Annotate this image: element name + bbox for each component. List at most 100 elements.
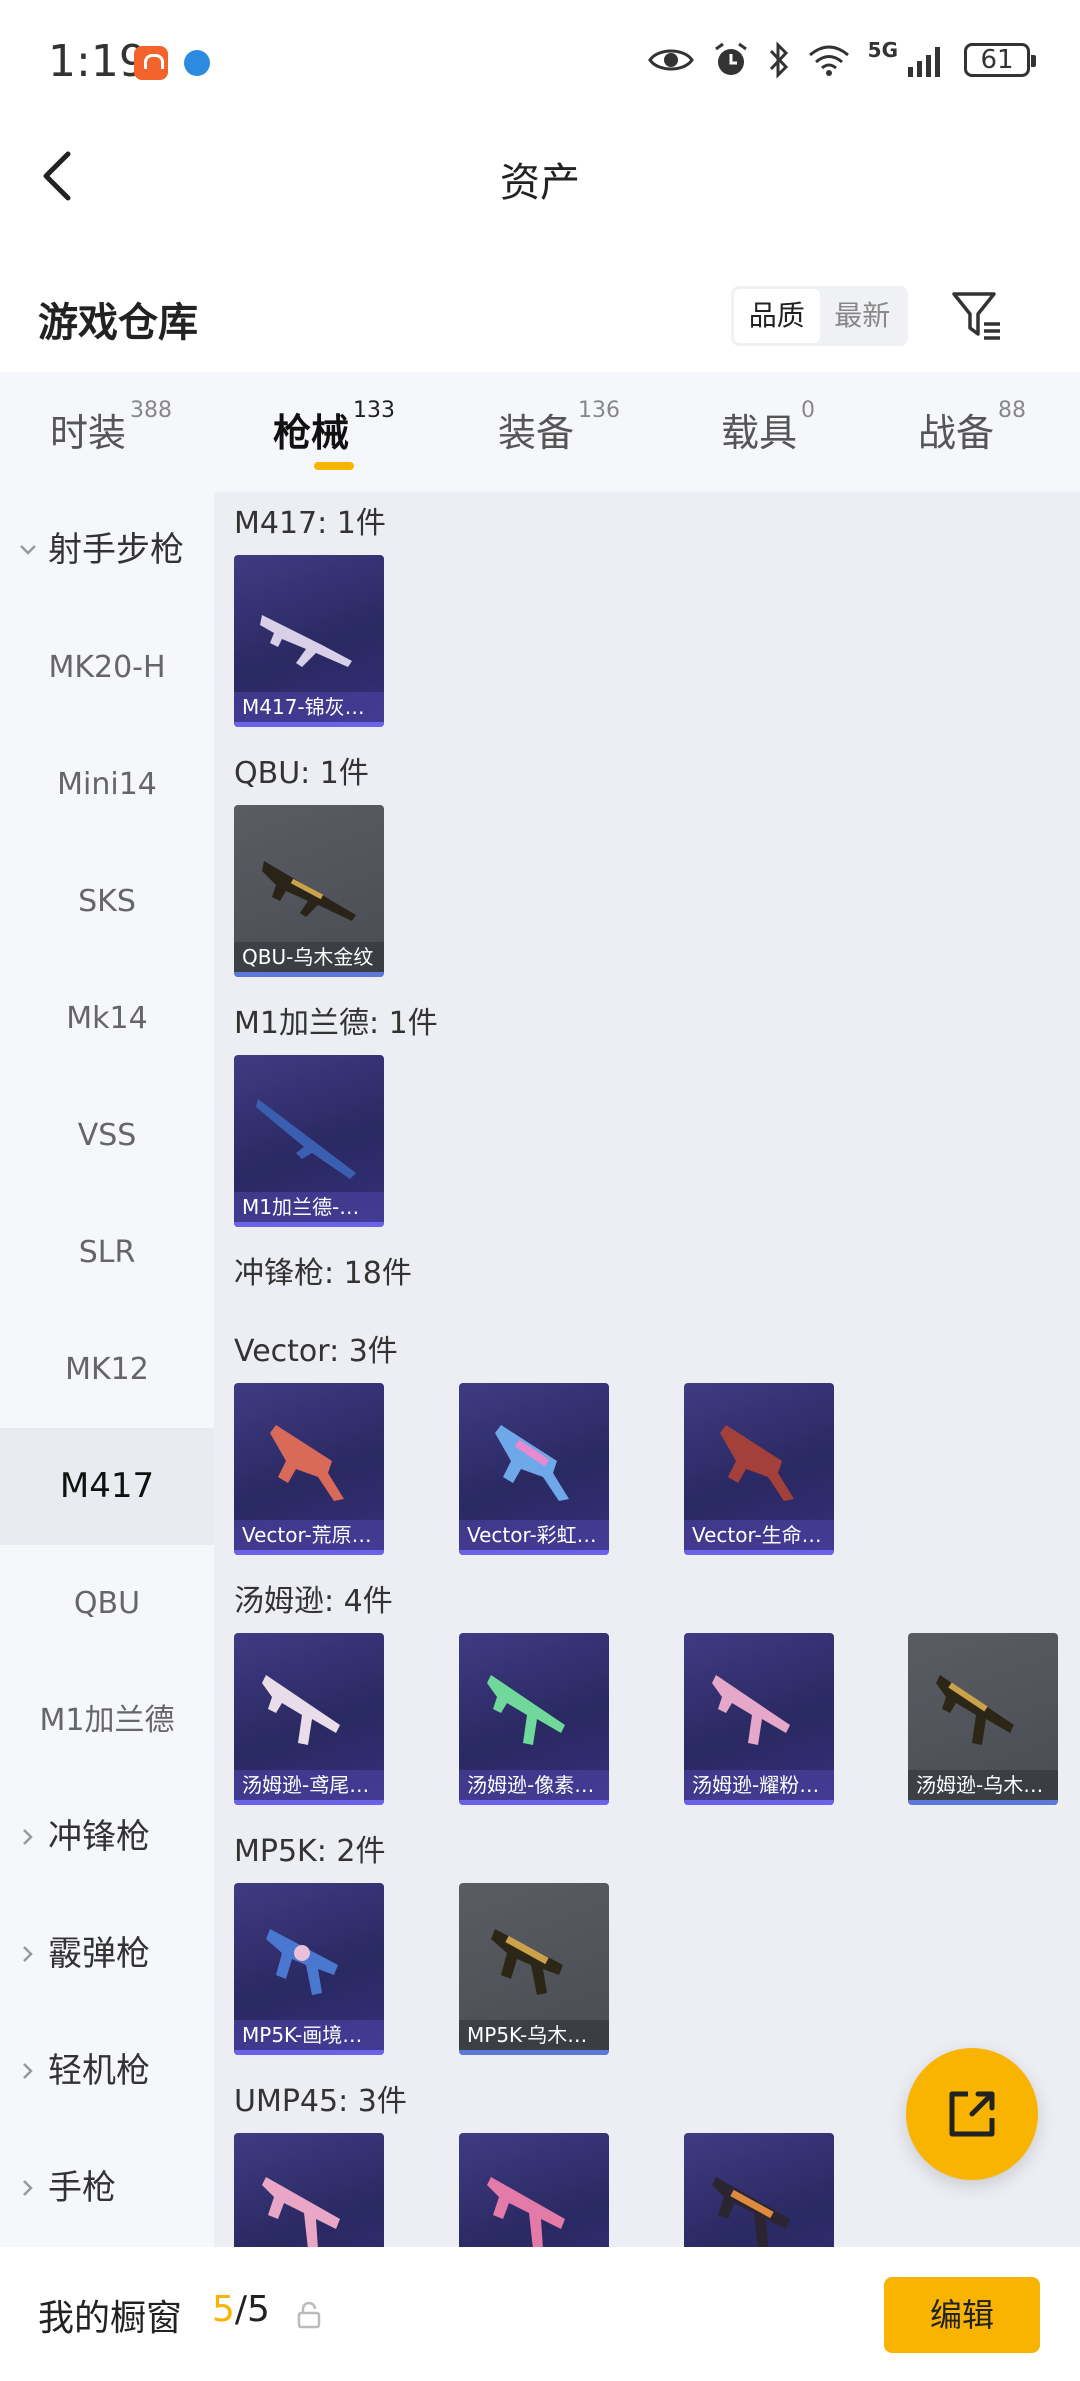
showcase-count-total: /5 <box>234 2289 270 2330</box>
weapon-card[interactable]: MP5K-乌木… <box>459 1883 609 2055</box>
tab-equipment[interactable]: 装备136 <box>498 398 620 457</box>
smg-icon <box>270 1425 344 1501</box>
rarity-strip <box>684 1550 834 1555</box>
smg-icon <box>487 2177 565 2247</box>
smg-icon <box>491 1929 563 1995</box>
smg-icon <box>720 1425 794 1501</box>
smg-icon <box>936 1675 1014 1745</box>
tab-label: 装备 <box>498 411 575 455</box>
sort-quality-option[interactable]: 品质 <box>734 289 820 343</box>
section-label: M417: 1件 <box>234 506 386 541</box>
sidebar-item-qbu[interactable]: QBU <box>0 1545 214 1662</box>
sort-latest-option[interactable]: 最新 <box>820 289 906 343</box>
weapon-card[interactable]: 汤姆逊-像素… <box>459 1633 609 1805</box>
rarity-strip <box>684 1800 834 1805</box>
sidebar-item-mk12[interactable]: MK12 <box>0 1311 214 1428</box>
tab-count: 88 <box>998 398 1027 423</box>
sidebar-item-mk20h[interactable]: MK20-H <box>0 609 214 726</box>
chevron-right-icon <box>23 2063 33 2079</box>
weapon-card[interactable] <box>684 2133 834 2247</box>
sidebar-item-label: 霰弹枪 <box>48 1934 150 1974</box>
chevron-down-icon <box>20 545 36 555</box>
status-bar: 1:19 5G 61 <box>0 0 1080 120</box>
rarity-strip <box>908 1800 1058 1805</box>
sidebar-item-m417[interactable]: M417 <box>0 1428 214 1545</box>
weapon-card[interactable] <box>234 2133 384 2247</box>
showcase-label: 我的橱窗 <box>38 2298 183 2339</box>
active-tab-indicator <box>314 462 354 470</box>
weapon-card[interactable]: 汤姆逊-鸢尾… <box>234 1633 384 1805</box>
weapon-card[interactable]: M417-锦灰… <box>234 555 384 727</box>
bluetooth-icon <box>769 41 788 79</box>
weapon-card[interactable]: M1加兰德-… <box>234 1055 384 1227</box>
weapon-card[interactable]: MP5K-画境… <box>234 1883 384 2055</box>
weapon-card-name: 汤姆逊-乌木… <box>908 1770 1058 1800</box>
sidebar-group-shotgun[interactable]: 霰弹枪 <box>0 1896 214 2013</box>
weapon-card[interactable]: 汤姆逊-乌木… <box>908 1633 1058 1805</box>
weapon-card[interactable]: Vector-彩虹… <box>459 1383 609 1555</box>
rarity-strip <box>234 972 384 977</box>
page-title: 资产 <box>500 160 580 206</box>
smg-icon <box>495 1425 569 1501</box>
tab-count: 388 <box>130 398 173 423</box>
wifi-icon <box>808 45 849 76</box>
tab-supplies[interactable]: 战备88 <box>918 398 1026 457</box>
sort-toggle: 品质 最新 <box>731 286 908 346</box>
share-button[interactable] <box>906 2048 1038 2180</box>
weapon-card-name: Vector-彩虹… <box>459 1520 609 1550</box>
weapon-card[interactable] <box>459 2133 609 2247</box>
signal-icon <box>908 47 940 77</box>
eye-icon <box>647 49 694 71</box>
edit-button[interactable]: 编辑 <box>884 2277 1040 2353</box>
weapon-card[interactable]: Vector-生命… <box>684 1383 834 1555</box>
tab-firearms[interactable]: 枪械133 <box>273 398 395 457</box>
weapon-card-name: QBU-乌木金纹 <box>234 942 384 972</box>
sidebar-item-mini14[interactable]: Mini14 <box>0 726 214 843</box>
rarity-strip <box>459 1550 609 1555</box>
rarity-strip <box>459 2050 609 2055</box>
smg-icon <box>712 1675 790 1745</box>
weapon-list: M417: 1件 M417-锦灰… QBU: 1件 QBU-乌木金纹 M1加兰德… <box>214 492 1080 2247</box>
rifle-icon <box>260 615 352 667</box>
warehouse-header: 游戏仓库 品质 最新 <box>0 262 1080 372</box>
tab-label: 战备 <box>918 411 995 455</box>
section-label: MP5K: 2件 <box>234 1834 386 1869</box>
lock-icon <box>297 2301 321 2329</box>
sidebar-group-smg[interactable]: 冲锋枪 <box>0 1779 214 1896</box>
sidebar-item-vss[interactable]: VSS <box>0 1077 214 1194</box>
rifle-icon <box>262 861 356 921</box>
sidebar-group-lmg[interactable]: 轻机枪 <box>0 2013 214 2130</box>
notification-app-icon <box>134 46 168 80</box>
category-tabs: 时装388 枪械133 装备136 载具0 战备88 <box>0 372 1080 492</box>
weapon-card-name: 汤姆逊-像素… <box>459 1770 609 1800</box>
notification-globe-icon <box>184 50 210 76</box>
weapon-card-name: MP5K-乌木… <box>459 2020 609 2050</box>
sidebar-group-pistol[interactable]: 手枪 <box>0 2130 214 2247</box>
weapon-card-name: 汤姆逊-鸢尾… <box>234 1770 384 1800</box>
section-label: QBU: 1件 <box>234 756 369 791</box>
weapon-card-name: 汤姆逊-耀粉… <box>684 1770 834 1800</box>
weapon-card-name: MP5K-画境… <box>234 2020 384 2050</box>
battery-icon: 61 <box>964 43 1036 77</box>
section-label: Vector: 3件 <box>234 1334 398 1369</box>
tab-count: 133 <box>353 398 396 423</box>
tab-fashion[interactable]: 时装388 <box>50 398 172 457</box>
tab-count: 0 <box>801 398 816 423</box>
sidebar-item-label: 轻机枪 <box>48 2051 150 2091</box>
sidebar-item-slr[interactable]: SLR <box>0 1194 214 1311</box>
filter-icon[interactable] <box>950 288 1006 344</box>
section-label: M1加兰德: 1件 <box>234 1006 438 1041</box>
sidebar-group-marksman-rifles[interactable]: 射手步枪 <box>0 492 214 609</box>
sidebar-item-m1-garand[interactable]: M1加兰德 <box>0 1662 214 1779</box>
weapon-card[interactable]: Vector-荒原… <box>234 1383 384 1555</box>
smg-icon <box>262 1675 340 1745</box>
warehouse-title: 游戏仓库 <box>38 300 198 346</box>
tab-vehicles[interactable]: 载具0 <box>721 398 815 457</box>
weapon-card[interactable]: 汤姆逊-耀粉… <box>684 1633 834 1805</box>
rarity-strip <box>459 1800 609 1805</box>
weapon-card[interactable]: QBU-乌木金纹 <box>234 805 384 977</box>
sidebar-item-mk14[interactable]: Mk14 <box>0 960 214 1077</box>
sidebar-item-sks[interactable]: SKS <box>0 843 214 960</box>
rarity-strip <box>234 1222 384 1227</box>
rarity-strip <box>234 1550 384 1555</box>
